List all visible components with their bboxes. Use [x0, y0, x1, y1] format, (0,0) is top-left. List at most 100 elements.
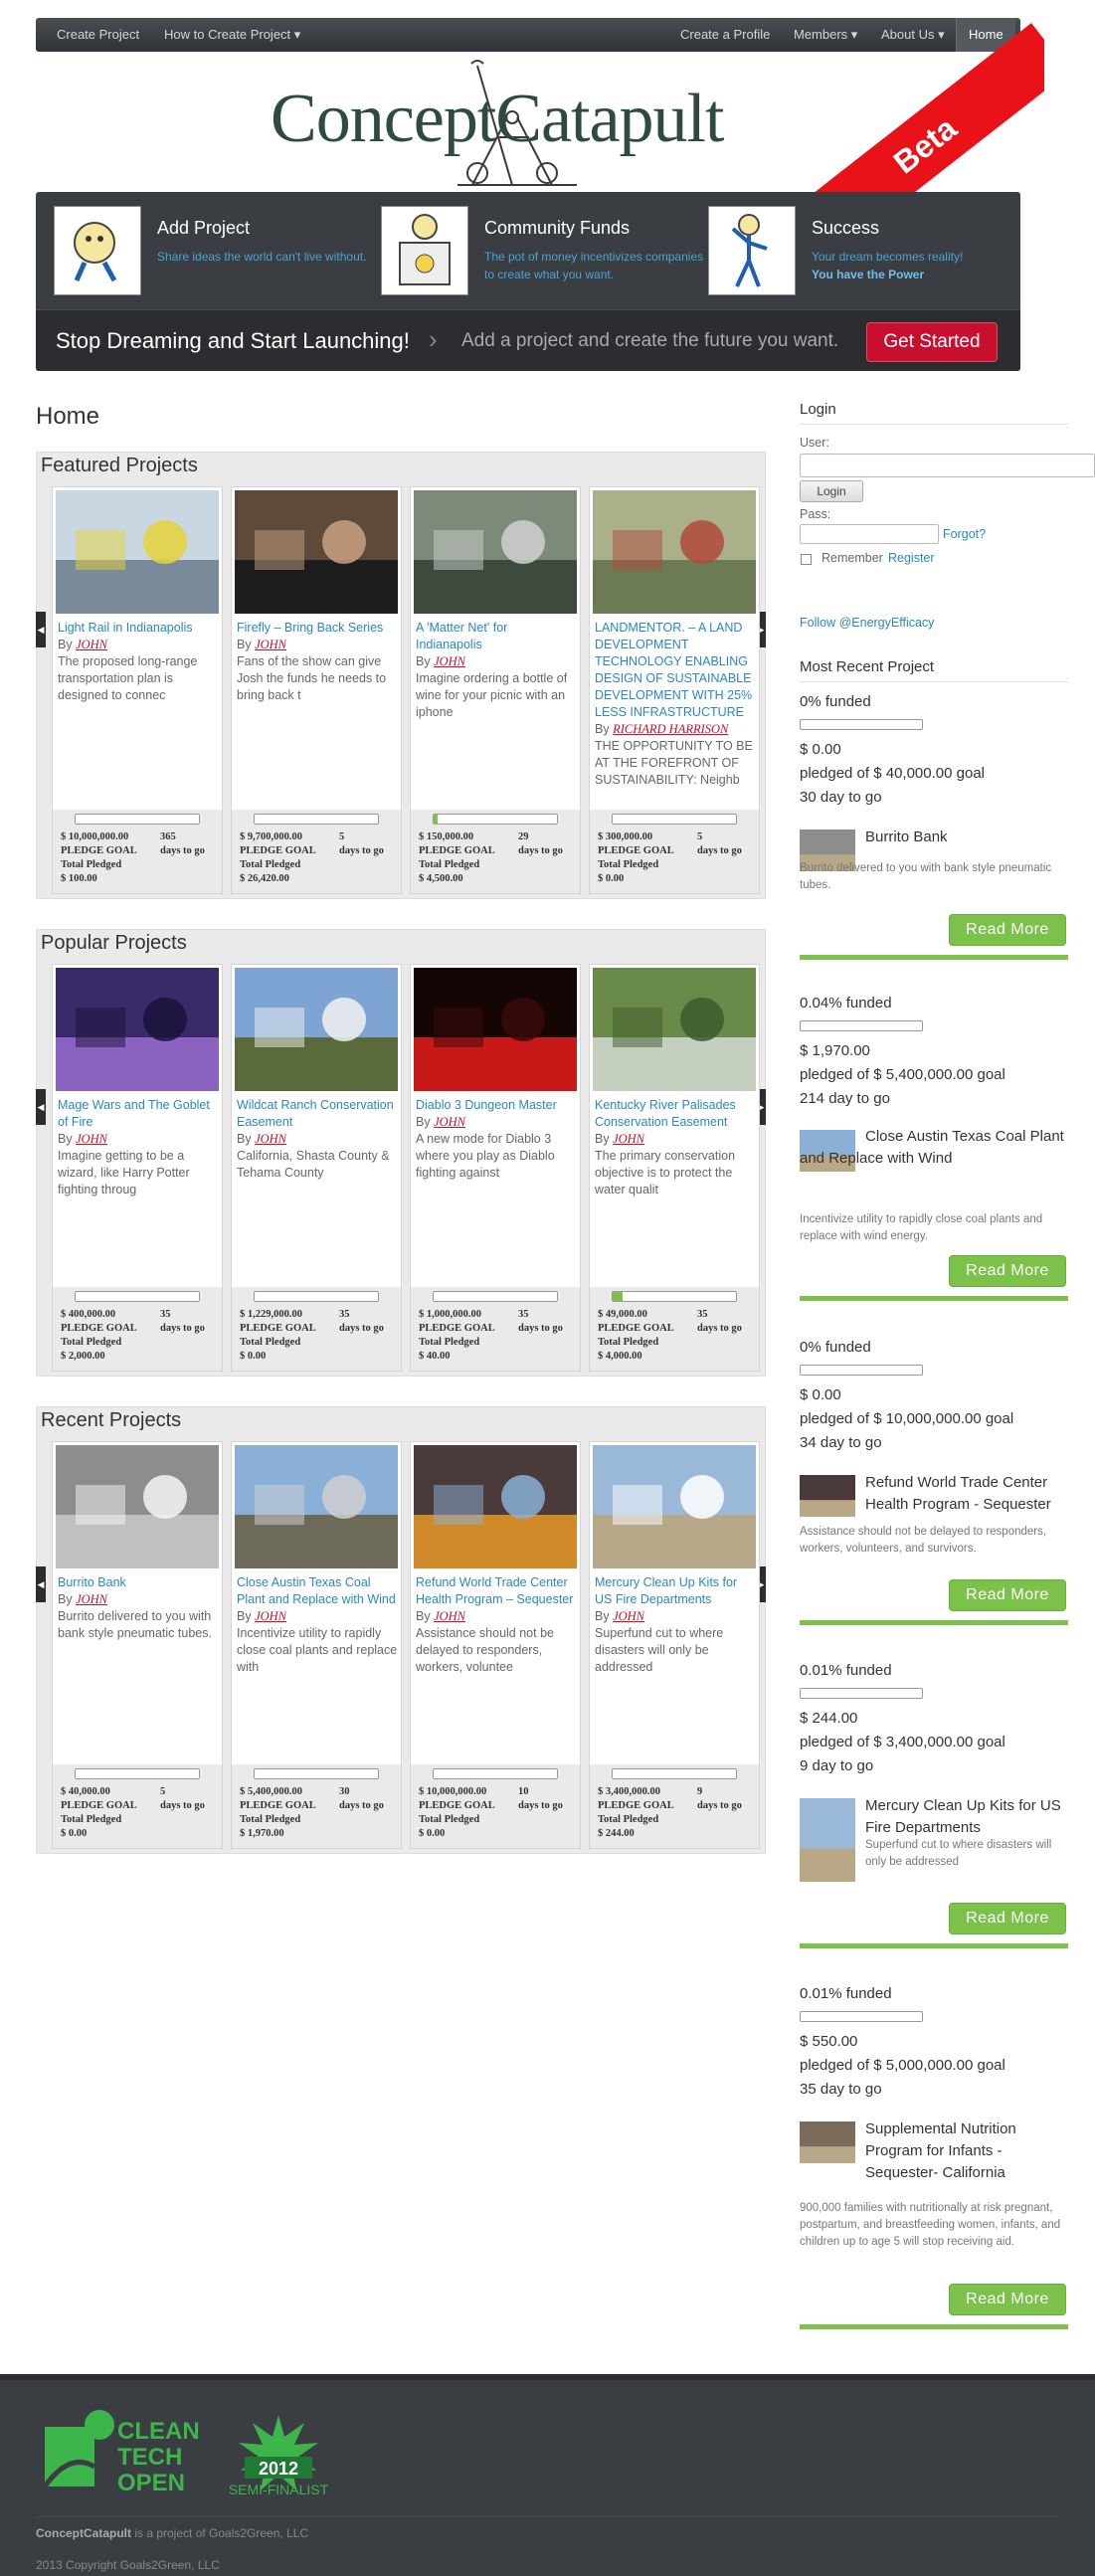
remember-checkbox[interactable] [801, 554, 812, 565]
project-title-link[interactable]: Firefly – Bring Back Series [237, 621, 383, 635]
get-started-button[interactable]: Get Started [866, 322, 998, 362]
register-link[interactable]: Register [888, 551, 935, 565]
author-link[interactable]: JOHN [613, 1609, 644, 1623]
project-title-link[interactable]: Refund World Trade Center Health Program… [416, 1575, 573, 1606]
project-thumbnail[interactable] [56, 1445, 219, 1568]
days-to-go-text: 9 day to go [800, 1757, 874, 1774]
total-pledged-label: Total Pledged [598, 1814, 659, 1825]
project-thumbnail[interactable] [235, 968, 398, 1091]
idea-lightbulb-icon [54, 206, 141, 295]
project-card[interactable]: Wildcat Ranch Conservation Easement By J… [231, 964, 402, 1372]
project-title-link[interactable]: LANDMENTOR. – A LAND DEVELOPMENT TECHNOL… [595, 621, 752, 719]
pledge-goal-value: $ 1,000,000.00 [419, 1309, 481, 1320]
project-description: The primary conservation objective is to… [595, 1149, 736, 1196]
pledged-amount: $ 550.00 [800, 2033, 858, 2050]
forgot-password-link[interactable]: Forgot? [943, 527, 986, 541]
section-title: Recent Projects [41, 1409, 182, 1431]
project-thumbnail[interactable] [235, 1445, 398, 1568]
pledge-goal-text: pledged of $ 40,000.00 goal [800, 765, 985, 782]
recent-project-title[interactable]: Refund World Trade Center Health Program… [865, 1472, 1068, 1516]
author-link[interactable]: RICHARD HARRISON [613, 722, 728, 736]
recent-project-title[interactable]: Burrito Bank [865, 827, 1064, 848]
site-logo[interactable]: ConceptCatapult [271, 80, 724, 159]
project-thumbnail[interactable] [593, 1445, 756, 1568]
author-link[interactable]: JOHN [613, 1132, 644, 1146]
project-card[interactable]: Refund World Trade Center Health Program… [410, 1441, 581, 1849]
days-label: days to go [160, 1800, 205, 1811]
project-thumbnail[interactable] [235, 490, 398, 614]
progress-bar [75, 814, 200, 825]
project-card[interactable]: Light Rail in Indianapolis By JOHN The p… [52, 486, 223, 894]
pledge-goal-value: $ 150,000.00 [419, 831, 474, 842]
project-thumbnail[interactable] [56, 490, 219, 614]
password-input[interactable] [800, 524, 939, 544]
recent-project-title[interactable]: Close Austin Texas Coal Plant and Replac… [800, 1126, 1068, 1170]
author-link[interactable]: JOHN [255, 1609, 286, 1623]
badge-semifinalist: SEMI-FINALIST [229, 2482, 329, 2496]
days-value: 365 [160, 831, 176, 842]
carousel-prev-icon[interactable]: ◀ [36, 612, 46, 647]
project-card[interactable]: Burrito Bank By JOHN Burrito delivered t… [52, 1441, 223, 1849]
author-link[interactable]: JOHN [76, 1132, 107, 1146]
project-card[interactable]: Kentucky River Palisades Conservation Ea… [589, 964, 760, 1372]
carousel-prev-icon[interactable]: ◀ [36, 1089, 46, 1125]
project-thumbnail[interactable] [56, 968, 219, 1091]
pledged-amount: $ 0.00 [800, 1386, 841, 1403]
project-title-link[interactable]: Mercury Clean Up Kits for US Fire Depart… [595, 1575, 737, 1606]
progress-bar [75, 1768, 200, 1779]
project-title-link[interactable]: Close Austin Texas Coal Plant and Replac… [237, 1575, 396, 1606]
author-link[interactable]: JOHN [434, 1609, 465, 1623]
total-pledged-value: $ 0.00 [419, 1828, 446, 1839]
author-link[interactable]: JOHN [76, 1592, 107, 1606]
days-value: 30 [339, 1786, 350, 1797]
author-link[interactable]: JOHN [434, 654, 465, 668]
nav-create-project[interactable]: Create Project [57, 18, 139, 52]
project-card[interactable]: LANDMENTOR. – A LAND DEVELOPMENT TECHNOL… [589, 486, 760, 894]
project-stats: $ 300,000.00 5 PLEDGE GOAL days to go To… [590, 810, 759, 893]
project-thumbnail[interactable] [414, 968, 577, 1091]
read-more-button[interactable]: Read More [949, 2284, 1066, 2315]
read-more-button[interactable]: Read More [949, 914, 1066, 946]
project-thumbnail[interactable] [593, 490, 756, 614]
project-author: By JOHN [237, 1132, 287, 1146]
project-stats: $ 10,000,000.00 10 PLEDGE GOAL days to g… [411, 1764, 580, 1848]
page-title: Home [36, 403, 100, 430]
read-more-button[interactable]: Read More [949, 1903, 1066, 1934]
project-card[interactable]: Firefly – Bring Back Series By JOHN Fans… [231, 486, 402, 894]
author-link[interactable]: JOHN [255, 638, 286, 651]
login-button[interactable]: Login [800, 480, 863, 502]
recent-project-title[interactable]: Mercury Clean Up Kits for US Fire Depart… [865, 1795, 1064, 1839]
author-link[interactable]: JOHN [434, 1115, 465, 1129]
project-title-link[interactable]: Mage Wars and The Goblet of Fire [58, 1098, 210, 1129]
project-card[interactable]: Diablo 3 Dungeon Master By JOHN A new mo… [410, 964, 581, 1372]
project-title-link[interactable]: Light Rail in Indianapolis [58, 621, 193, 635]
project-card[interactable]: Close Austin Texas Coal Plant and Replac… [231, 1441, 402, 1849]
read-more-button[interactable]: Read More [949, 1255, 1066, 1287]
carousel-prev-icon[interactable]: ◀ [36, 1566, 46, 1602]
project-card[interactable]: A 'Matter Net' for Indianapolis By JOHN … [410, 486, 581, 894]
project-card[interactable]: Mage Wars and The Goblet of Fire By JOHN… [52, 964, 223, 1372]
project-title-link[interactable]: A 'Matter Net' for Indianapolis [416, 621, 507, 651]
project-title-link[interactable]: Diablo 3 Dungeon Master [416, 1098, 557, 1112]
nav-how-to-create-project[interactable]: How to Create Project ▾ [164, 18, 300, 52]
follow-twitter-link[interactable]: Follow @EnergyEfficacy [800, 616, 934, 630]
total-pledged-value: $ 1,970.00 [240, 1828, 284, 1839]
recent-project-thumbnail[interactable] [800, 1798, 855, 1882]
author-link[interactable]: JOHN [255, 1132, 286, 1146]
pledge-goal-label: PLEDGE GOAL [240, 845, 316, 856]
project-title-link[interactable]: Burrito Bank [58, 1575, 126, 1589]
project-thumbnail[interactable] [593, 968, 756, 1091]
recent-project-thumbnail[interactable] [800, 1475, 855, 1517]
days-value: 5 [160, 1786, 166, 1797]
recent-project-thumbnail[interactable] [800, 2121, 855, 2163]
project-card[interactable]: Mercury Clean Up Kits for US Fire Depart… [589, 1441, 760, 1849]
project-thumbnail[interactable] [414, 490, 577, 614]
project-title-link[interactable]: Kentucky River Palisades Conservation Ea… [595, 1098, 736, 1129]
recent-project-title[interactable]: Supplemental Nutrition Program for Infan… [865, 2118, 1068, 2184]
project-thumbnail[interactable] [414, 1445, 577, 1568]
project-info: Kentucky River Palisades Conservation Ea… [595, 1097, 756, 1198]
username-input[interactable] [800, 454, 1095, 477]
read-more-button[interactable]: Read More [949, 1579, 1066, 1611]
author-link[interactable]: JOHN [76, 638, 107, 651]
project-title-link[interactable]: Wildcat Ranch Conservation Easement [237, 1098, 394, 1129]
